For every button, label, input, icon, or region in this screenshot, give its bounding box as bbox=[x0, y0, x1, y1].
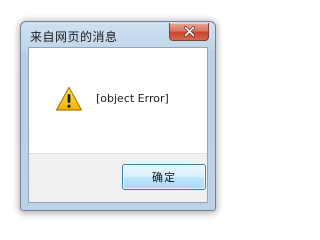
dialog-title: 来自网页的消息 bbox=[30, 30, 118, 44]
message-text: [object Error] bbox=[96, 92, 169, 105]
ok-button[interactable]: 确定 bbox=[122, 164, 206, 190]
ok-button-label: 确定 bbox=[152, 171, 176, 184]
page: 来自网页的消息 [object Error] 确定 bbox=[0, 0, 235, 231]
dialog-body: [object Error] 确定 bbox=[28, 47, 208, 203]
titlebar[interactable]: 来自网页的消息 bbox=[21, 22, 215, 46]
close-icon bbox=[183, 26, 195, 37]
close-button[interactable] bbox=[169, 23, 209, 41]
message-area: [object Error] bbox=[29, 48, 207, 153]
message-dialog: 来自网页的消息 [object Error] 确定 bbox=[20, 21, 216, 211]
button-bar: 确定 bbox=[29, 153, 207, 202]
warning-icon bbox=[55, 86, 83, 111]
